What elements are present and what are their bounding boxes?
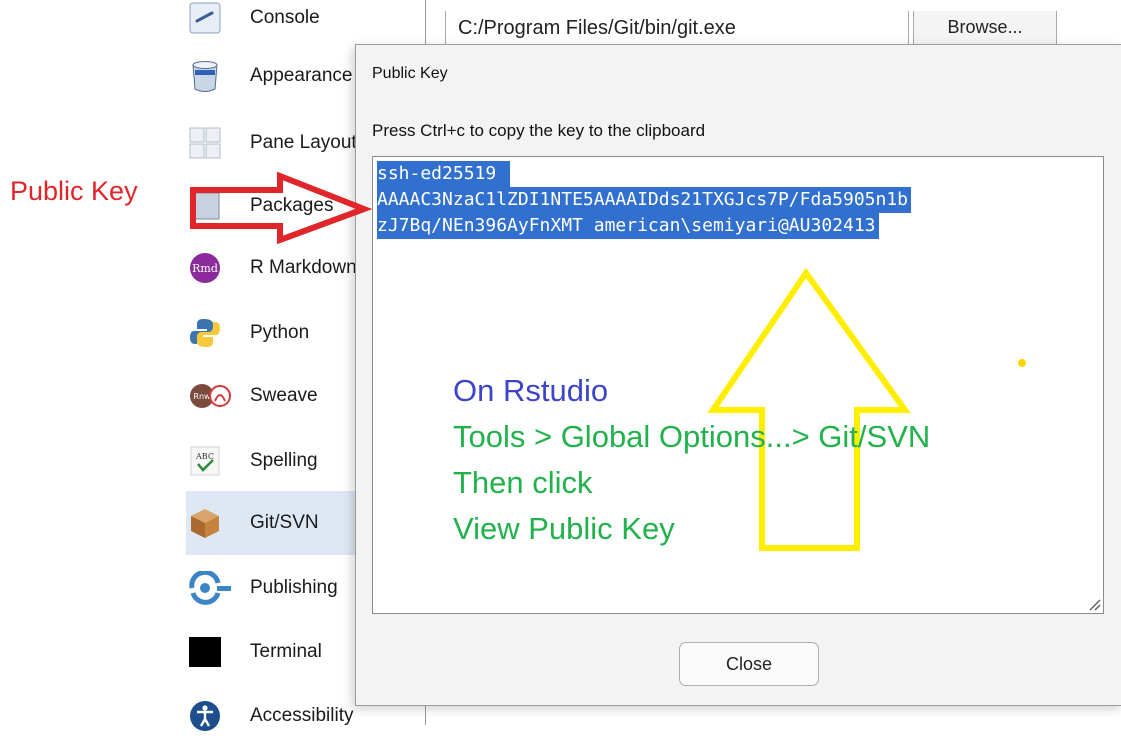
git-svn-icon (187, 505, 223, 541)
sidebar-item-r-markdown[interactable]: Rmd R Markdown (186, 236, 357, 300)
dialog-instruction: Press Ctrl+c to copy the key to the clip… (372, 121, 706, 140)
sidebar-item-label: Spelling (250, 450, 318, 471)
sidebar-item-label: Accessibility (250, 705, 354, 726)
packages-icon (187, 188, 223, 224)
sidebar-item-packages[interactable]: Packages (186, 174, 356, 238)
pane-layout-icon (187, 125, 223, 161)
accessibility-icon (187, 698, 223, 734)
sidebar-item-label: Git/SVN (250, 512, 319, 533)
publishing-icon (187, 570, 237, 606)
sidebar-item-sweave[interactable]: Rnw Sweave (186, 364, 356, 428)
dialog-title: Public Key (372, 65, 448, 82)
rmarkdown-icon-text: Rmd (192, 262, 218, 275)
sweave-icon: Rnw (187, 378, 237, 414)
close-button[interactable]: Close (679, 642, 819, 686)
sidebar-item-appearance[interactable]: Appearance (186, 44, 356, 108)
resize-grip-icon[interactable] (1087, 597, 1101, 611)
key-line: ssh-ed25519 (377, 161, 511, 187)
rmarkdown-icon: Rmd (187, 250, 223, 286)
console-icon (187, 0, 223, 36)
spelling-icon: ABC (187, 443, 223, 479)
sidebar-item-pane-layout[interactable]: Pane Layout (186, 111, 357, 175)
public-key-text[interactable]: ssh-ed25519 AAAAC3NzaC1lZDI1NTE5AAAAIDds… (377, 161, 912, 239)
sidebar-item-label: Console (250, 7, 320, 28)
spelling-icon-text: ABC (195, 452, 214, 461)
sidebar-item-label: Pane Layout (250, 132, 357, 153)
annotation-step: Then click (453, 465, 593, 500)
annotation-public-key-label: Public Key (10, 176, 138, 206)
sidebar-item-label: Packages (250, 195, 334, 216)
terminal-icon (187, 634, 223, 670)
annotation-step: Tools > Global Options...> Git/SVN (453, 419, 931, 454)
sweave-icon-text: Rnw (193, 392, 211, 401)
sidebar-item-label: Terminal (250, 641, 322, 662)
options-sidebar: Console Appearance Pane Layout Packages … (186, 0, 357, 731)
sidebar-item-console[interactable]: Console (186, 0, 356, 50)
sidebar-item-publishing[interactable]: Publishing (186, 556, 356, 620)
sidebar-item-accessibility[interactable]: Accessibility (186, 684, 356, 748)
key-line: zJ7Bq/NEn396AyFnXMT american\semiyari@AU… (377, 213, 879, 239)
sidebar-item-label: Sweave (250, 385, 318, 406)
git-executable-field[interactable]: C:/Program Files/Git/bin/git.exe (445, 11, 909, 48)
appearance-icon (187, 58, 223, 94)
sidebar-item-terminal[interactable]: Terminal (186, 620, 356, 684)
annotation-step: On Rstudio (453, 373, 609, 408)
sidebar-item-label: R Markdown (250, 257, 357, 278)
sidebar-item-spelling[interactable]: ABC Spelling (186, 429, 356, 493)
browse-button[interactable]: Browse... (913, 11, 1057, 45)
annotation-step: View Public Key (453, 511, 675, 546)
sidebar-item-git-svn[interactable]: Git/SVN (186, 491, 356, 555)
key-line: AAAAC3NzaC1lZDI1NTE5AAAAIDds21TXGJcs7P/F… (377, 187, 912, 213)
git-executable-path: C:/Program Files/Git/bin/git.exe (458, 17, 736, 39)
python-icon (187, 315, 223, 351)
sidebar-item-python[interactable]: Python (186, 301, 356, 365)
sidebar-item-label: Publishing (250, 577, 338, 598)
annotation-steps: On Rstudio Tools > Global Options...> Gi… (453, 368, 930, 552)
sidebar-item-label: Python (250, 322, 310, 343)
sidebar-item-label: Appearance (250, 65, 353, 86)
